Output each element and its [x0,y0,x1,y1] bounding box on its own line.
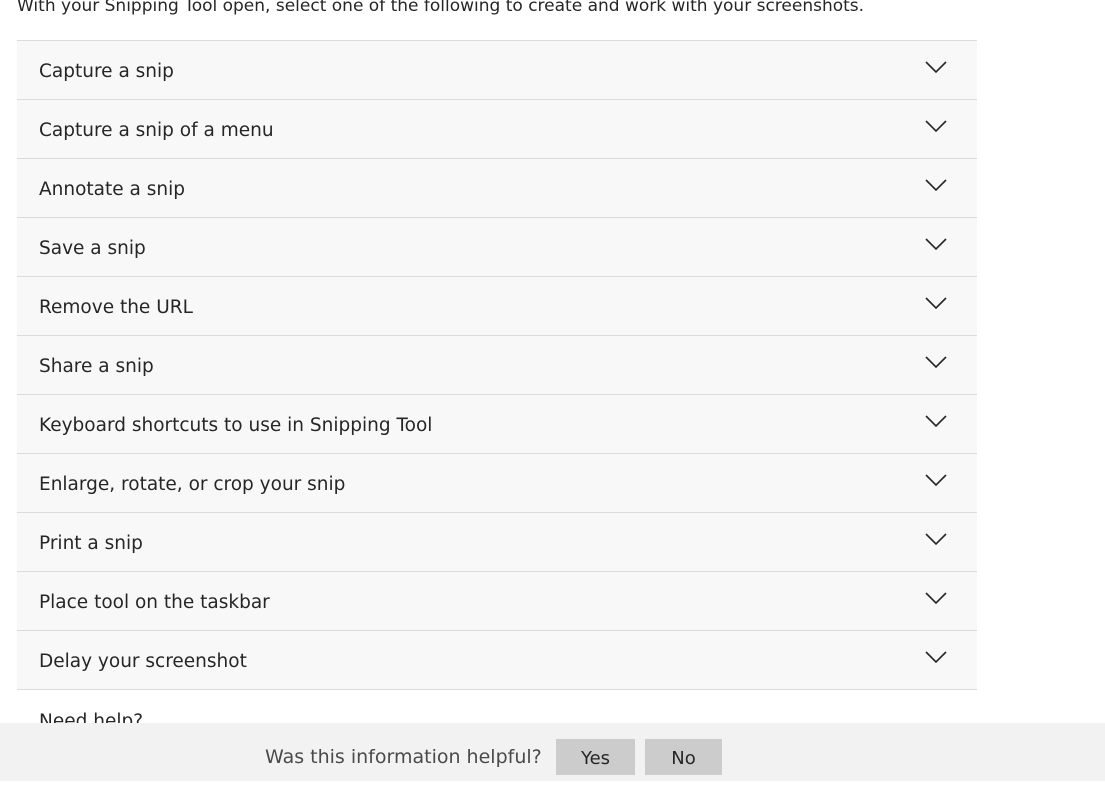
accordion-item-share-a-snip[interactable]: Share a snip [17,335,977,394]
accordion-item-label: Delay your screenshot [39,651,247,672]
accordion-item-remove-the-url[interactable]: Remove the URL [17,276,977,335]
yes-button[interactable]: Yes [556,739,635,775]
accordion-item-save-a-snip[interactable]: Save a snip [17,217,977,276]
accordion-item-label: Annotate a snip [39,179,185,200]
accordion-item-capture-a-snip[interactable]: Capture a snip [17,40,977,99]
chevron-down-icon[interactable] [924,295,948,311]
accordion-item-delay-your-screenshot[interactable]: Delay your screenshot [17,630,977,690]
accordion-item-label: Keyboard shortcuts to use in Snipping To… [39,415,433,436]
accordion-item-label: Remove the URL [39,297,193,318]
accordion-item-annotate-a-snip[interactable]: Annotate a snip [17,158,977,217]
accordion-item-label: Place tool on the taskbar [39,592,270,613]
accordion-item-place-tool-on-taskbar[interactable]: Place tool on the taskbar [17,571,977,630]
chevron-down-icon[interactable] [924,590,948,606]
chevron-down-icon[interactable] [924,177,948,193]
chevron-down-icon[interactable] [924,236,948,252]
chevron-down-icon[interactable] [924,413,948,429]
accordion-item-enlarge-rotate-crop[interactable]: Enlarge, rotate, or crop your snip [17,453,977,512]
accordion-item-capture-a-snip-of-a-menu[interactable]: Capture a snip of a menu [17,99,977,158]
chevron-down-icon[interactable] [924,354,948,370]
accordion-item-label: Share a snip [39,356,154,377]
accordion-item-label: Enlarge, rotate, or crop your snip [39,474,346,495]
chevron-down-icon[interactable] [924,118,948,134]
chevron-down-icon[interactable] [924,59,948,75]
intro-text: With your Snipping Tool open, select one… [17,0,865,16]
chevron-down-icon[interactable] [924,531,948,547]
chevron-down-icon[interactable] [924,649,948,665]
accordion-item-keyboard-shortcuts[interactable]: Keyboard shortcuts to use in Snipping To… [17,394,977,453]
accordion: Capture a snip Capture a snip of a menu … [17,40,977,690]
chevron-down-icon[interactable] [924,472,948,488]
accordion-item-label: Capture a snip of a menu [39,120,274,141]
accordion-item-print-a-snip[interactable]: Print a snip [17,512,977,571]
no-button[interactable]: No [645,739,722,775]
accordion-item-label: Save a snip [39,238,146,259]
accordion-item-label: Print a snip [39,533,143,554]
feedback-bar: Was this information helpful? Yes No [0,723,1105,781]
accordion-item-label: Capture a snip [39,61,174,82]
